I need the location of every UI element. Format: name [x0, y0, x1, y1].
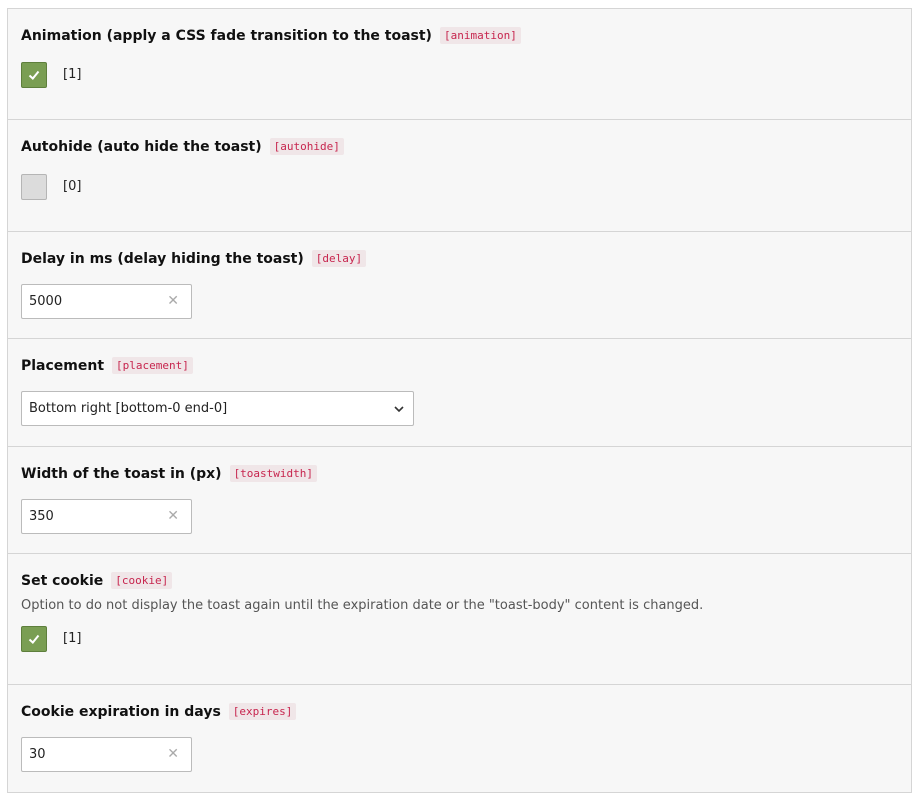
close-icon[interactable]: ✕	[167, 293, 179, 309]
close-icon[interactable]: ✕	[167, 508, 179, 524]
field-placement: Placement [placement] Bottom right [botto…	[8, 339, 911, 447]
toastwidth-input[interactable]: 350 ✕	[21, 499, 192, 534]
field-label: Autohide (auto hide the toast) [autohide]	[21, 138, 344, 155]
field-key: [placement]	[112, 357, 193, 374]
input-value: 30	[29, 747, 46, 762]
autohide-checkbox[interactable]	[21, 174, 47, 200]
input-value: 350	[29, 509, 54, 524]
field-cookie: Set cookie [cookie] Option to do not disp…	[8, 554, 911, 685]
check-icon	[28, 70, 40, 80]
field-label: Animation (apply a CSS fade transition t…	[21, 27, 521, 44]
field-label: Width of the toast in (px) [toastwidth]	[21, 465, 318, 482]
field-toastwidth: Width of the toast in (px) [toastwidth] 3…	[8, 447, 911, 554]
field-key: [animation]	[439, 27, 521, 44]
checkbox-value: [1]	[63, 67, 82, 82]
field-label: Placement [placement]	[21, 357, 193, 374]
checkbox-value: [1]	[63, 631, 82, 646]
field-autohide: Autohide (auto hide the toast) [autohide]…	[8, 120, 911, 232]
cookie-checkbox[interactable]	[21, 626, 47, 652]
close-icon[interactable]: ✕	[167, 746, 179, 762]
field-key: [cookie]	[111, 572, 173, 589]
chevron-down-icon	[394, 406, 404, 413]
field-expires: Cookie expiration in days [expires] 30 ✕	[8, 685, 911, 792]
field-key: [expires]	[228, 703, 297, 720]
field-delay: Delay in ms (delay hiding the toast) [del…	[8, 232, 911, 339]
check-icon	[28, 634, 40, 644]
field-key: [delay]	[311, 250, 367, 267]
field-description: Option to do not display the toast again…	[21, 598, 704, 613]
checkbox-value: [0]	[63, 179, 82, 194]
field-label: Delay in ms (delay hiding the toast) [del…	[21, 250, 367, 267]
animation-checkbox[interactable]	[21, 62, 47, 88]
field-key: [autohide]	[269, 138, 344, 155]
field-animation: Animation (apply a CSS fade transition t…	[8, 9, 911, 120]
settings-panel: Animation (apply a CSS fade transition t…	[7, 8, 912, 793]
select-value: Bottom right [bottom-0 end-0]	[29, 401, 228, 416]
field-key: [toastwidth]	[229, 465, 318, 482]
field-label: Set cookie [cookie]	[21, 572, 173, 589]
delay-input[interactable]: 5000 ✕	[21, 284, 192, 319]
field-label: Cookie expiration in days [expires]	[21, 703, 297, 720]
placement-select[interactable]: Bottom right [bottom-0 end-0]	[21, 391, 414, 426]
input-value: 5000	[29, 294, 63, 309]
expires-input[interactable]: 30 ✕	[21, 737, 192, 772]
